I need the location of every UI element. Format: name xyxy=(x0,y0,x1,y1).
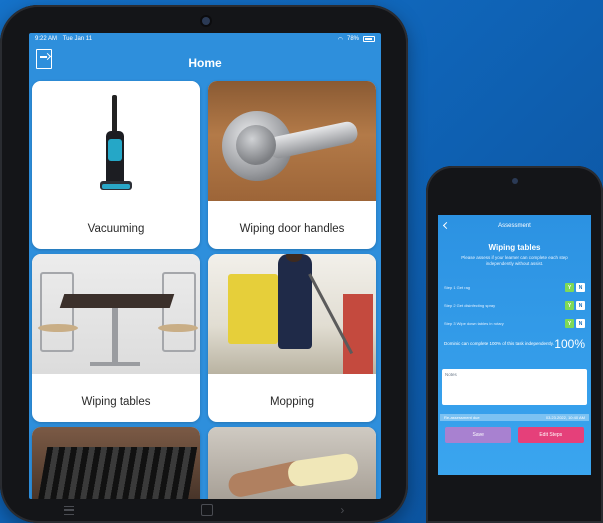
door-handle-image xyxy=(208,81,376,201)
notes-field[interactable]: Notes xyxy=(442,368,587,405)
step-row: Step 2 Get disinfecting spray Y N xyxy=(438,297,591,315)
wifi-icon: ◠ xyxy=(337,36,343,43)
no-toggle[interactable]: N xyxy=(576,301,585,311)
task-card-wiping-tables[interactable]: Wiping tables xyxy=(32,254,200,422)
status-right: ◠ 78% xyxy=(338,36,375,43)
task-card-label: Wiping door handles xyxy=(239,223,345,235)
step-row: Step 1 Get rag Y N xyxy=(438,279,591,297)
mopping-image xyxy=(208,254,376,374)
yes-toggle[interactable]: Y xyxy=(565,283,574,293)
due-value: 03.23.2022, 10:40 AM xyxy=(545,414,585,420)
task-card-wiping-door-handles[interactable]: Wiping door handles xyxy=(208,81,376,249)
edit-steps-button[interactable]: Edit Steps xyxy=(517,426,584,443)
camera-icon xyxy=(512,178,518,184)
page-title: Home xyxy=(188,56,222,70)
phone-device: Assessment Wiping tables Please assess i… xyxy=(426,166,603,523)
wiping-image xyxy=(208,427,376,499)
battery-percent: 78% xyxy=(346,36,359,42)
step-label: Step 2 Get disinfecting spray xyxy=(444,303,496,309)
task-card-vacuuming[interactable]: Vacuuming xyxy=(32,81,200,249)
tablet-device: 9:22 AM Tue Jan 11 ◠ 78% Home Vacuuming xyxy=(0,5,408,523)
task-card-label: Wiping tables xyxy=(81,396,151,408)
phone-screen: Assessment Wiping tables Please assess i… xyxy=(438,215,591,475)
task-title: Wiping tables xyxy=(488,243,541,252)
back-chevron-icon[interactable] xyxy=(442,221,451,230)
status-time: 9:22 AM xyxy=(35,36,58,42)
summary-text: Dominic can complete 100% of this task i… xyxy=(444,340,554,346)
yes-toggle[interactable]: Y xyxy=(565,301,574,311)
task-card-grill[interactable] xyxy=(32,427,200,499)
status-date: Tue Jan 11 xyxy=(62,36,93,42)
task-card-label: Vacuuming xyxy=(87,223,145,235)
exit-icon[interactable] xyxy=(36,49,52,69)
task-grid: Vacuuming Wiping door handles Wiping tab… xyxy=(32,81,378,499)
notes-label: Notes xyxy=(445,371,457,377)
completion-percent: 100% xyxy=(554,336,585,351)
reassessment-due: Re-assessment due 03.23.2022, 10:40 AM xyxy=(440,413,589,421)
vacuum-image xyxy=(32,81,200,201)
status-bar: 9:22 AM Tue Jan 11 ◠ 78% xyxy=(29,33,381,45)
assessment-header-title: Assessment xyxy=(498,223,531,229)
task-card-mopping[interactable]: Mopping xyxy=(208,254,376,422)
table-image xyxy=(32,254,200,374)
assessment-header: Assessment xyxy=(438,215,591,237)
step-row: Step 3 Wipe down tables in rotary Y N xyxy=(438,315,591,333)
status-time-date: 9:22 AM Tue Jan 11 xyxy=(35,36,92,42)
forward-chevron-icon[interactable]: › xyxy=(340,503,344,517)
tablet-screen: 9:22 AM Tue Jan 11 ◠ 78% Home Vacuuming xyxy=(29,33,381,499)
yes-toggle[interactable]: Y xyxy=(565,319,574,329)
due-label: Re-assessment due xyxy=(444,414,480,420)
menu-icon[interactable] xyxy=(63,505,74,515)
no-toggle[interactable]: N xyxy=(576,283,585,293)
step-label: Step 1 Get rag xyxy=(444,285,471,291)
task-card-wiping[interactable] xyxy=(208,427,376,499)
grill-image xyxy=(32,427,200,499)
camera-icon xyxy=(202,17,210,25)
steps-list: Step 1 Get rag Y N Step 2 Get disinfecti… xyxy=(438,279,591,333)
assessment-instructions: Please assess if your learner can comple… xyxy=(461,255,568,266)
completion-summary: Dominic can complete 100% of this task i… xyxy=(438,337,591,351)
save-button[interactable]: Save xyxy=(445,426,512,443)
action-buttons: Save Edit Steps xyxy=(438,426,591,443)
tablet-bottom-nav: › xyxy=(0,501,408,519)
step-label: Step 3 Wipe down tables in rotary xyxy=(444,321,504,327)
no-toggle[interactable]: N xyxy=(576,319,585,329)
task-card-label: Mopping xyxy=(269,396,315,408)
home-icon[interactable] xyxy=(200,504,213,516)
battery-icon xyxy=(363,36,375,42)
nav-bar: Home xyxy=(29,45,381,81)
